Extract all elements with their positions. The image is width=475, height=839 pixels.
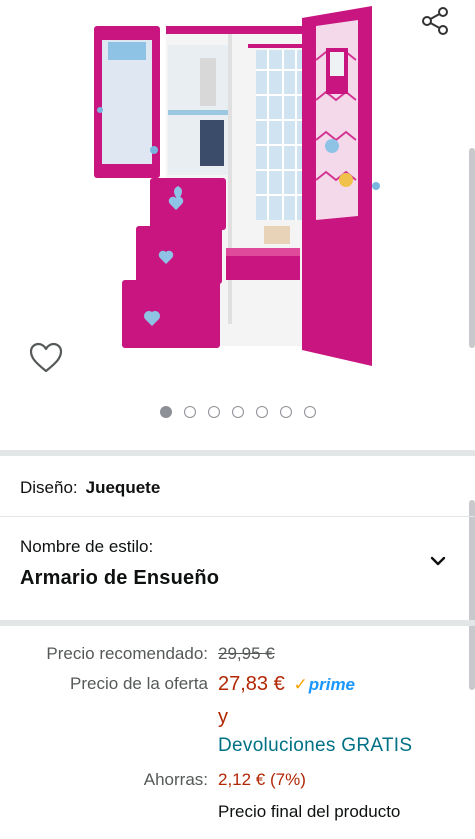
style-label: Nombre de estilo: bbox=[20, 537, 154, 556]
style-value: Armario de Ensueño bbox=[20, 567, 220, 589]
prime-check-icon: ✓ bbox=[293, 675, 308, 694]
carousel-dot[interactable] bbox=[159, 406, 172, 418]
recommended-price-label: Precio recomendado: bbox=[46, 644, 208, 663]
section-divider bbox=[0, 450, 475, 456]
and-text: y bbox=[218, 706, 228, 728]
scrollbar[interactable] bbox=[469, 148, 475, 348]
carousel-dot[interactable] bbox=[183, 406, 196, 418]
prime-badge: ✓ prime bbox=[293, 675, 355, 695]
design-row: Diseño: Juequete bbox=[20, 478, 160, 498]
carousel-dot[interactable] bbox=[231, 406, 244, 418]
image-carousel-dots bbox=[0, 406, 475, 418]
heart-outline-icon[interactable] bbox=[28, 340, 64, 376]
carousel-dot[interactable] bbox=[207, 406, 220, 418]
scrollbar[interactable] bbox=[469, 500, 475, 690]
share-icon[interactable] bbox=[418, 4, 452, 38]
savings-value: 2,12 € (7%) bbox=[218, 770, 306, 789]
carousel-dot[interactable] bbox=[303, 406, 316, 418]
chevron-down-icon[interactable] bbox=[428, 551, 448, 571]
recommended-price-value: 29,95 € bbox=[218, 644, 275, 663]
product-image[interactable] bbox=[88, 0, 388, 378]
free-returns-link[interactable]: Devoluciones GRATIS bbox=[218, 735, 412, 757]
design-value: Juequete bbox=[85, 478, 161, 497]
savings-label: Ahorras: bbox=[143, 770, 208, 789]
offer-price-group: 27,83 € ✓ prime bbox=[218, 673, 355, 696]
carousel-dot[interactable] bbox=[255, 406, 268, 418]
offer-price-label: Precio de la oferta bbox=[70, 674, 208, 693]
final-price-text: Precio final del producto bbox=[218, 802, 401, 821]
prime-label: prime bbox=[308, 675, 356, 694]
design-label: Diseño: bbox=[20, 478, 78, 497]
row-divider bbox=[0, 516, 475, 517]
section-divider bbox=[0, 620, 475, 626]
style-selector[interactable]: Nombre de estilo: Armario de Ensueño bbox=[20, 537, 460, 590]
offer-price-value: 27,83 € bbox=[218, 673, 285, 695]
product-gallery[interactable] bbox=[0, 0, 475, 450]
carousel-dot[interactable] bbox=[279, 406, 292, 418]
